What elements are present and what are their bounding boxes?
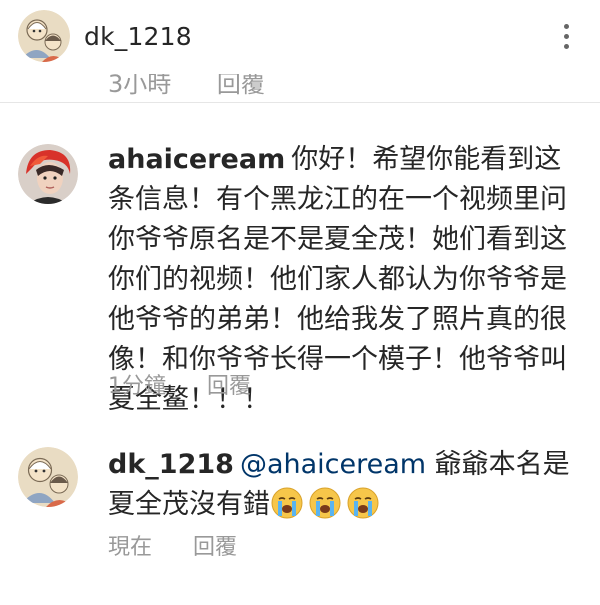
- grandparents-avatar-icon: [18, 447, 78, 507]
- header-username[interactable]: dk_1218: [84, 21, 192, 53]
- loudly-crying-face-icon: [271, 487, 303, 519]
- more-options-button[interactable]: [552, 18, 580, 54]
- comments-screen: dk_1218 3小時 回覆 ahaiceream 你好！希望你能看到这条信息！…: [0, 0, 600, 605]
- emoji-group: [270, 487, 384, 520]
- user-photo-avatar-icon: [18, 144, 78, 204]
- comment-author[interactable]: ahaiceream: [108, 144, 285, 175]
- comment-author[interactable]: dk_1218: [108, 449, 234, 480]
- avatar[interactable]: [18, 447, 78, 507]
- comment-meta: 1分鐘 回覆: [108, 372, 251, 402]
- avatar[interactable]: [18, 144, 78, 204]
- grandparents-avatar-icon: [18, 10, 70, 62]
- mention-link[interactable]: @ahaiceream: [240, 449, 426, 480]
- comment-time: 1分鐘: [108, 374, 166, 399]
- post-header: dk_1218: [0, 0, 600, 74]
- reply-button[interactable]: 回覆: [207, 374, 251, 399]
- avatar[interactable]: [18, 10, 70, 62]
- comment-body: dk_1218 @ahaiceream 爺爺本名是夏全茂沒有錯: [108, 445, 580, 525]
- more-dot-icon: [563, 23, 569, 29]
- loudly-crying-face-icon: [347, 487, 379, 519]
- comment-time: 3小時: [108, 70, 172, 98]
- reply-button[interactable]: 回覆: [217, 70, 265, 98]
- loudly-crying-face-icon: [309, 487, 341, 519]
- more-dot-icon: [563, 33, 569, 39]
- comment-time: 現在: [108, 535, 153, 560]
- comment-meta: 現在 回覆: [108, 533, 237, 563]
- more-dot-icon: [563, 43, 569, 49]
- reply-button[interactable]: 回覆: [193, 535, 237, 560]
